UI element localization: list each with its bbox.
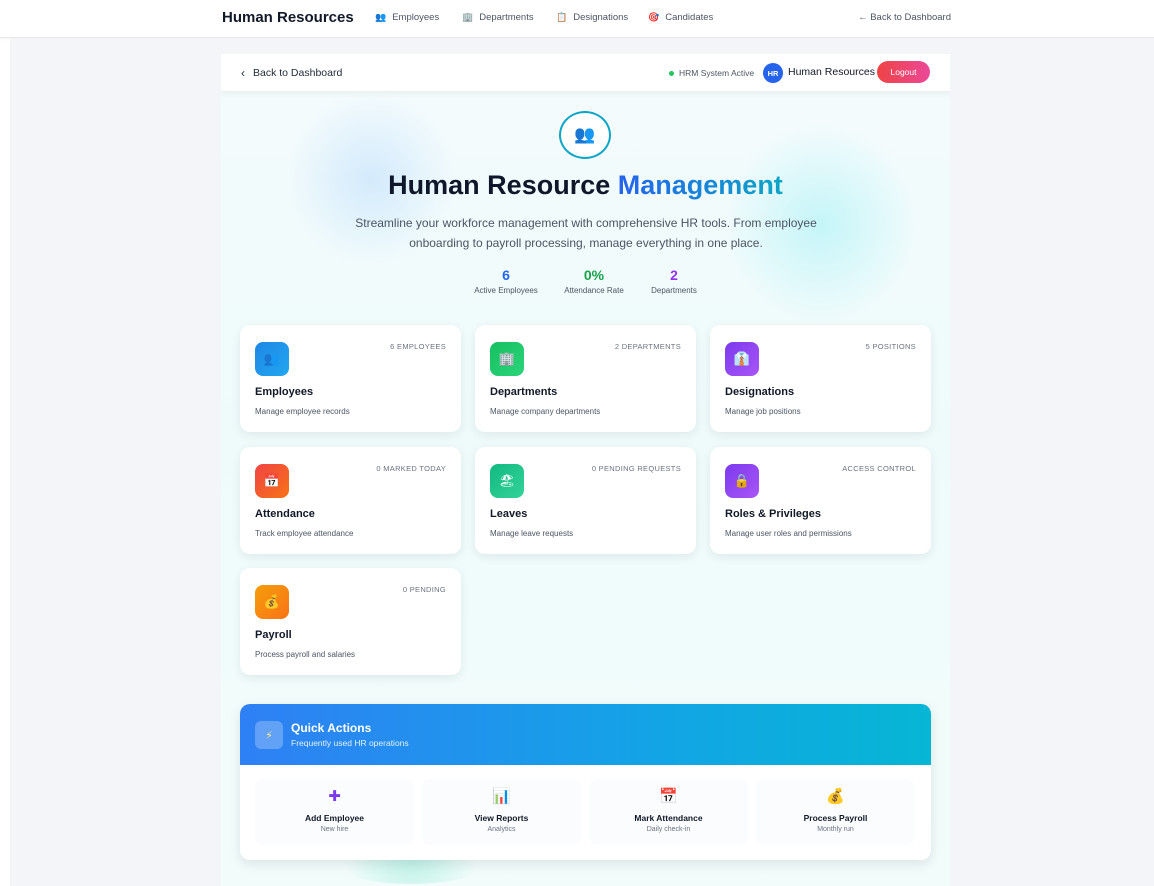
calendar-icon: 📅 [255,464,289,498]
card-badge: 0 MARKED TODAY [376,464,446,473]
title-main: Human Resource [388,170,611,200]
nav-link-label: Candidates [665,12,714,23]
stat-active-employees: 6 Active Employees [471,267,541,295]
quick-action-subtitle: Daily check-in [646,826,691,833]
card-payroll[interactable]: 💰 0 PENDING Payroll Process payroll and … [240,568,461,675]
back-label: Back to Dashboard [253,67,343,79]
brand-title[interactable]: Human Resources [222,9,354,26]
lock-icon: 🔒 [725,464,759,498]
back-to-dashboard-button[interactable]: ‹ Back to Dashboard [241,66,342,80]
card-title: Payroll [255,629,292,641]
money-bag-icon: 💰 [826,788,845,805]
quick-action-title: Process Payroll [803,813,868,823]
beach-icon: 🏖 [490,464,524,498]
stat-label: Departments [651,286,697,295]
clipboard-icon: 📋 [556,12,568,22]
card-description: Manage company departments [490,407,601,416]
quick-action-process-payroll[interactable]: 💰 Process Payroll Monthly run [756,779,915,845]
card-designations[interactable]: 👔 5 POSITIONS Designations Manage job po… [710,325,931,432]
stat-label: Active Employees [474,286,538,295]
nav-link-label: Employees [392,12,440,23]
quick-action-add-employee[interactable]: ✚ Add Employee New hire [255,779,414,845]
quick-action-title: View Reports [474,813,529,823]
card-roles-privileges[interactable]: 🔒 ACCESS CONTROL Roles & Privileges Mana… [710,447,931,554]
stat-departments: 2 Departments [639,267,709,295]
quick-action-subtitle: New hire [320,826,349,833]
hrm-app: ‹ Back to Dashboard HRM System Active HR… [221,54,950,886]
page-title: Human Resource Management [221,170,950,201]
nav-link-designations[interactable]: 📋 Designations [556,12,628,23]
card-title: Employees [255,386,314,398]
card-description: Manage employee records [255,407,350,416]
card-badge: 6 EMPLOYEES [390,342,446,351]
building-icon: 🏢 [462,12,474,22]
card-badge: 2 DEPARTMENTS [614,342,681,351]
card-description: Track employee attendance [255,529,354,538]
money-bag-icon: 💰 [255,585,289,619]
stat-label: Attendance Rate [564,286,624,295]
quick-action-view-reports[interactable]: 📊 View Reports Analytics [422,779,581,845]
quick-action-subtitle: Analytics [487,826,516,833]
card-badge: 0 PENDING [402,585,446,594]
card-attendance[interactable]: 📅 0 MARKED TODAY Attendance Track employ… [240,447,461,554]
nav-link-departments[interactable]: 🏢 Departments [462,12,534,23]
nav-link-candidates[interactable]: 🎯 Candidates [648,12,713,23]
users-icon: 👥 [255,342,289,376]
target-icon: 🎯 [648,12,660,22]
card-departments[interactable]: 🏢 2 DEPARTMENTS Departments Manage compa… [475,325,696,432]
nav-link-label: Designations [573,12,629,23]
users-icon: 👥 [375,12,387,22]
quick-actions-subtitle: Frequently used HR operations [291,738,409,748]
quick-actions-header: ⚡ Quick Actions Frequently used HR opera… [240,704,931,765]
card-employees[interactable]: 👥 6 EMPLOYEES Employees Manage employee … [240,325,461,432]
stat-value: 0% [583,267,605,283]
stat-value: 2 [670,267,678,283]
card-leaves[interactable]: 🏖 0 PENDING REQUESTS Leaves Manage leave… [475,447,696,554]
plus-icon: ✚ [328,788,341,805]
stat-value: 6 [502,267,510,283]
card-badge: ACCESS CONTROL [842,464,916,473]
nav-link-employees[interactable]: 👥 Employees [375,12,439,23]
bar-chart-icon: 📊 [492,788,511,805]
card-title: Departments [490,386,558,398]
status-text: HRM System Active [679,68,755,78]
quick-action-title: Add Employee [304,813,365,823]
quick-action-title: Mark Attendance [634,813,703,823]
card-title: Designations [725,386,795,398]
app-header: ‹ Back to Dashboard HRM System Active HR… [221,54,950,92]
card-badge: 0 PENDING REQUESTS [591,464,681,473]
users-icon: 👥 [559,111,611,159]
card-description: Process payroll and salaries [255,650,356,659]
status-dot-icon [669,70,674,76]
building-icon: 🏢 [490,342,524,376]
system-status: HRM System Active [669,68,754,78]
card-description: Manage user roles and permissions [725,529,852,538]
card-description: Manage job positions [725,407,801,416]
lightning-icon: ⚡ [255,721,283,749]
title-accent: Management [617,170,783,200]
card-title: Roles & Privileges [725,508,821,520]
card-title: Leaves [490,508,528,520]
card-description: Manage leave requests [490,529,574,538]
necktie-icon: 👔 [725,342,759,376]
card-badge: 5 POSITIONS [865,342,916,351]
avatar[interactable]: HR [763,63,783,83]
calendar-icon: 📅 [659,788,678,805]
quick-actions-panel: ⚡ Quick Actions Frequently used HR opera… [240,704,931,860]
quick-action-mark-attendance[interactable]: 📅 Mark Attendance Daily check-in [589,779,748,845]
quick-action-subtitle: Monthly run [817,826,854,833]
back-to-dashboard-link[interactable]: ← Back to Dashboard [858,12,951,23]
nav-link-label: Departments [479,12,534,23]
logout-button[interactable]: Logout [877,61,930,83]
card-title: Attendance [255,508,315,520]
user-name: Human Resources [788,66,875,78]
top-navbar: Human Resources 👥 Employees 🏢 Department… [0,0,1154,38]
stat-attendance-rate: 0% Attendance Rate [559,267,629,295]
page-subtitle: Streamline your workforce management wit… [355,216,817,250]
quick-actions-title: Quick Actions [291,721,372,735]
chevron-left-icon: ‹ [241,66,245,80]
